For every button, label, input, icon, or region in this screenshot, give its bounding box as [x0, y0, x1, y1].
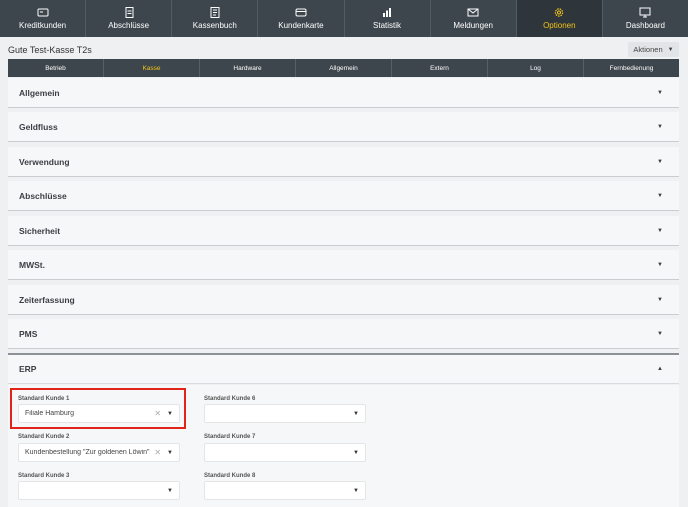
section-mwst[interactable]: MWSt. ▼: [8, 250, 679, 280]
nav-label: Kundenkarte: [278, 21, 324, 30]
ledger-icon: [208, 7, 222, 18]
field-label-kunde-2: Standard Kunde 2: [18, 434, 70, 440]
section-allgemein[interactable]: Allgemein ▼: [8, 78, 679, 108]
nav-item-kundenkarte[interactable]: Kundenkarte: [258, 0, 345, 37]
chevron-down-icon: ▼: [167, 487, 173, 494]
document-icon: [122, 7, 136, 18]
field-label-kunde-6: Standard Kunde 6: [204, 396, 256, 402]
chevron-down-icon: ▼: [353, 449, 359, 456]
monitor-icon: [638, 7, 652, 18]
standard-kunde-7-select[interactable]: ▼: [204, 443, 366, 462]
chevron-down-icon: ▼: [657, 192, 663, 199]
select-value: Kundenbestellung "Zur goldenen Löwin": [25, 449, 150, 456]
section-label: Geldfluss: [19, 121, 58, 132]
chevron-down-icon: ▼: [657, 123, 663, 130]
nav-item-optionen[interactable]: Optionen: [516, 0, 603, 37]
section-label: Allgemein: [19, 87, 60, 98]
section-geldfluss[interactable]: Geldfluss ▼: [8, 112, 679, 142]
chevron-down-icon: ▼: [657, 330, 663, 337]
nav-item-statistik[interactable]: Statistik: [345, 0, 431, 37]
standard-kunde-2-select[interactable]: Kundenbestellung "Zur goldenen Löwin" ✕ …: [18, 443, 180, 462]
nav-label: Kreditkunden: [18, 21, 67, 30]
page-title: Gute Test-Kasse T2s: [8, 45, 92, 55]
nav-label: Optionen: [543, 21, 576, 30]
nav-label: Meldungen: [453, 21, 493, 30]
chevron-up-icon: ▲: [657, 366, 663, 372]
chevron-down-icon: ▼: [353, 410, 359, 417]
chevron-down-icon: ▼: [657, 158, 663, 165]
chevron-down-icon: ▼: [657, 89, 663, 96]
section-sicherheit[interactable]: Sicherheit ▼: [8, 216, 679, 246]
field-label-kunde-8: Standard Kunde 8: [204, 473, 256, 479]
section-label: Zeiterfassung: [19, 294, 75, 305]
gear-icon: [552, 7, 566, 18]
clear-icon[interactable]: ✕: [154, 448, 161, 457]
tab-hardware[interactable]: Hardware: [200, 59, 296, 77]
chart-icon: [380, 7, 394, 18]
tab-betrieb[interactable]: Betrieb: [8, 59, 104, 77]
nav-item-kassenbuch[interactable]: Kassenbuch: [172, 0, 259, 37]
tab-extern[interactable]: Extern: [392, 59, 488, 77]
chevron-down-icon: ▼: [353, 487, 359, 494]
top-navigation: Kreditkunden Abschlüsse Kassenbuch Kunde…: [0, 0, 688, 37]
section-label: PMS: [19, 328, 38, 339]
chevron-down-icon: ▼: [667, 46, 674, 53]
nav-item-kreditkunden[interactable]: Kreditkunden: [0, 0, 87, 37]
tab-log[interactable]: Log: [488, 59, 584, 77]
nav-label: Kassenbuch: [192, 21, 237, 30]
section-label: ERP: [19, 364, 37, 374]
section-label: Abschlüsse: [19, 190, 67, 201]
nav-item-dashboard[interactable]: Dashboard: [603, 0, 688, 37]
standard-kunde-6-select[interactable]: ▼: [204, 404, 366, 423]
nav-label: Dashboard: [625, 21, 665, 30]
chevron-down-icon: ▼: [657, 261, 663, 268]
section-label: Verwendung: [19, 156, 70, 167]
section-label: Sicherheit: [19, 225, 61, 236]
actions-button[interactable]: Aktionen ▼: [628, 42, 679, 57]
actions-label: Aktionen: [633, 45, 663, 54]
chevron-down-icon: ▼: [657, 227, 663, 234]
envelope-icon: [466, 7, 480, 18]
standard-kunde-8-select[interactable]: ▼: [204, 481, 366, 500]
tab-kasse[interactable]: Kasse: [104, 59, 200, 77]
section-abschluesse[interactable]: Abschlüsse ▼: [8, 181, 679, 211]
section-erp[interactable]: ERP ▲: [8, 353, 679, 384]
tab-fernbedienung[interactable]: Fernbedienung: [584, 59, 679, 77]
nav-label: Statistik: [373, 21, 402, 30]
section-label: MWSt.: [19, 259, 45, 270]
sub-tab-bar: Betrieb Kasse Hardware Allgemein Extern …: [8, 59, 679, 77]
nav-item-abschluesse[interactable]: Abschlüsse: [86, 0, 173, 37]
section-zeiterfassung[interactable]: Zeiterfassung ▼: [8, 285, 679, 315]
chevron-down-icon: ▼: [657, 296, 663, 303]
section-pms[interactable]: PMS ▼: [8, 319, 679, 349]
card-icon: [294, 7, 308, 18]
field-label-kunde-3: Standard Kunde 3: [18, 473, 70, 479]
chevron-down-icon: ▼: [167, 449, 173, 456]
highlight-box: [10, 388, 186, 429]
nav-label: Abschlüsse: [108, 21, 150, 30]
section-verwendung[interactable]: Verwendung ▼: [8, 147, 679, 177]
standard-kunde-3-select[interactable]: ▼: [18, 481, 180, 500]
field-label-kunde-7: Standard Kunde 7: [204, 434, 256, 440]
nav-item-meldungen[interactable]: Meldungen: [431, 0, 517, 37]
tab-allgemein[interactable]: Allgemein: [296, 59, 392, 77]
credit-card-icon: [36, 7, 50, 18]
